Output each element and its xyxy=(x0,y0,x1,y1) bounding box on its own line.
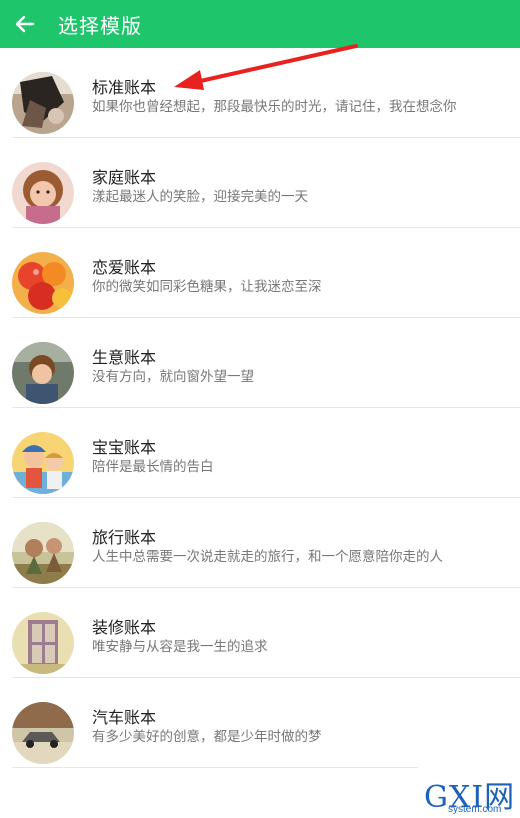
page-title: 选择模版 xyxy=(58,13,142,38)
app-bar: 选择模版 xyxy=(0,0,520,48)
template-name: 标准账本 xyxy=(92,78,157,97)
template-name: 宝宝账本 xyxy=(92,438,157,457)
template-desc: 你的微笑如同彩色糖果，让我迷恋至深 xyxy=(92,279,322,295)
template-name: 生意账本 xyxy=(92,348,157,367)
template-name: 旅行账本 xyxy=(92,528,157,547)
template-item-decoration[interactable]: 装修账本 唯安静与从容是我一生的追求 xyxy=(0,588,520,678)
template-name: 装修账本 xyxy=(92,618,157,637)
template-thumbnail xyxy=(12,612,74,674)
template-thumbnail xyxy=(12,72,74,134)
template-desc: 唯安静与从容是我一生的追求 xyxy=(92,639,268,655)
template-desc: 陪伴是最长情的告白 xyxy=(92,459,214,475)
template-thumbnail xyxy=(12,432,74,494)
watermark-logo: GXI网 system.com xyxy=(424,776,516,816)
template-desc: 如果你也曾经想起，那段最快乐的时光，请记住，我在想念你 xyxy=(92,99,457,115)
template-thumbnail xyxy=(12,342,74,404)
template-item-family[interactable]: 家庭账本 漾起最迷人的笑脸，迎接完美的一天 xyxy=(0,138,520,228)
watermark-subtext: system.com xyxy=(448,804,502,815)
template-thumbnail xyxy=(12,522,74,584)
divider xyxy=(12,767,418,768)
template-desc: 有多少美好的创意，都是少年时做的梦 xyxy=(92,729,322,745)
template-desc: 没有方向，就向窗外望一望 xyxy=(92,369,254,385)
back-button[interactable] xyxy=(14,13,36,35)
template-item-baby[interactable]: 宝宝账本 陪伴是最长情的告白 xyxy=(0,408,520,498)
template-name: 家庭账本 xyxy=(92,168,157,187)
template-desc: 漾起最迷人的笑脸，迎接完美的一天 xyxy=(92,189,308,205)
template-item-travel[interactable]: 旅行账本 人生中总需要一次说走就走的旅行，和一个愿意陪你走的人 xyxy=(0,498,520,588)
template-list: 标准账本 如果你也曾经想起，那段最快乐的时光，请记住，我在想念你 家庭账本 漾起… xyxy=(0,48,520,768)
template-item-standard[interactable]: 标准账本 如果你也曾经想起，那段最快乐的时光，请记住，我在想念你 xyxy=(0,48,520,138)
template-name: 汽车账本 xyxy=(92,708,157,727)
template-item-business[interactable]: 生意账本 没有方向，就向窗外望一望 xyxy=(0,318,520,408)
template-item-car[interactable]: 汽车账本 有多少美好的创意，都是少年时做的梦 xyxy=(0,678,520,768)
template-thumbnail xyxy=(12,702,74,764)
template-thumbnail xyxy=(12,162,74,224)
arrow-left-icon xyxy=(15,15,35,33)
template-name: 恋爱账本 xyxy=(92,258,157,277)
template-desc: 人生中总需要一次说走就走的旅行，和一个愿意陪你走的人 xyxy=(92,549,443,565)
template-thumbnail xyxy=(12,252,74,314)
template-item-love[interactable]: 恋爱账本 你的微笑如同彩色糖果，让我迷恋至深 xyxy=(0,228,520,318)
